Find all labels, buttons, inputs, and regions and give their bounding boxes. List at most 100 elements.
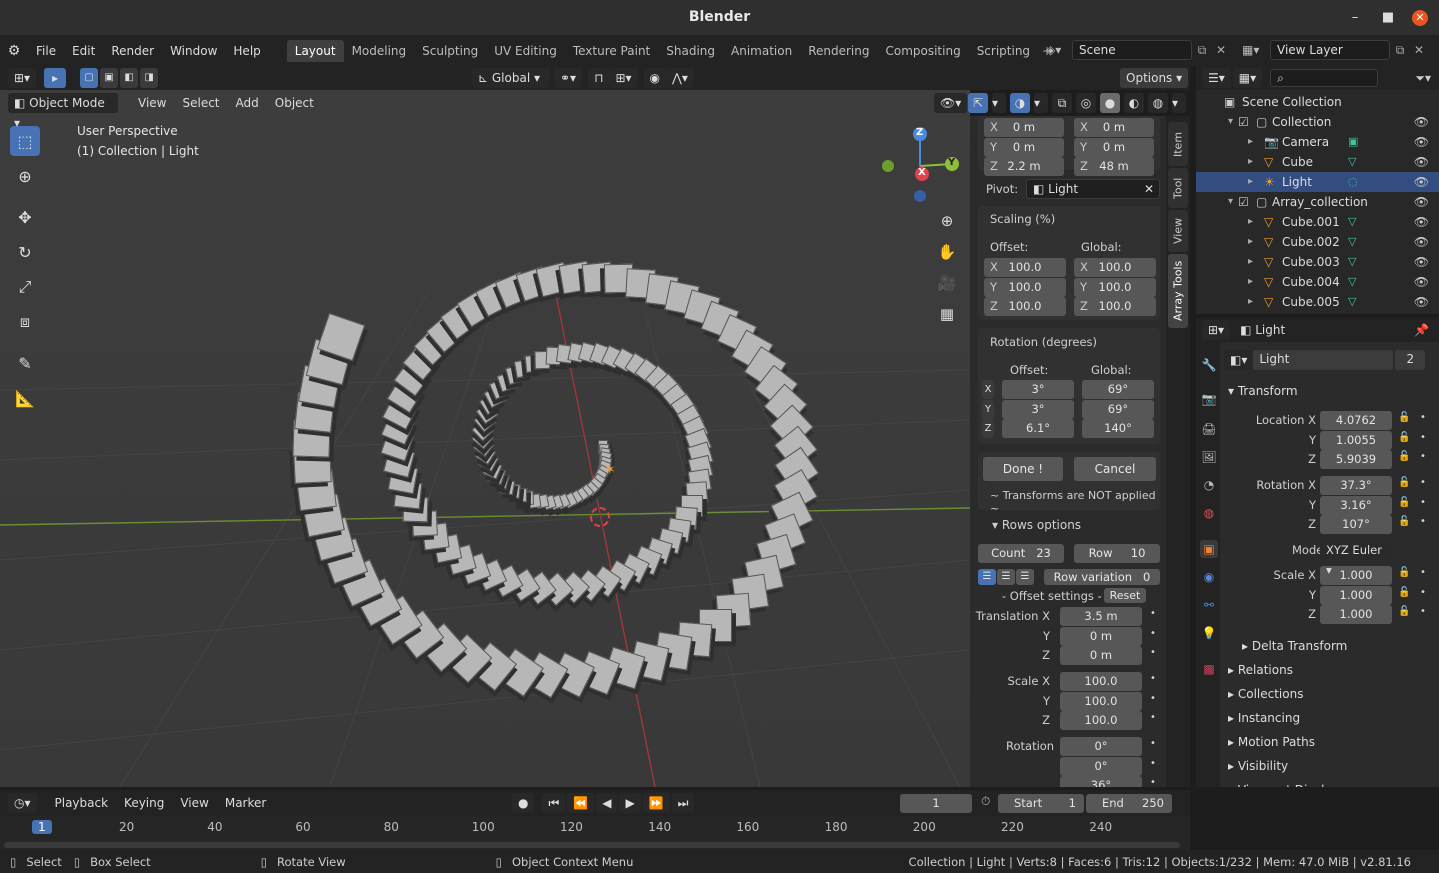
outliner-item[interactable]: ▸ ▽ Cube.001 ▽ 👁 [1196, 212, 1439, 232]
expand-icon[interactable]: ▸ [1248, 212, 1253, 232]
row-variation-field[interactable]: Row variation 0 [1044, 569, 1160, 585]
remove-scene-icon[interactable]: ✕ [1212, 43, 1230, 57]
jump-end-icon[interactable]: ⏭ [671, 793, 695, 813]
scale-tool-icon[interactable]: ⤢ [10, 272, 40, 302]
scaling-offset-field[interactable]: Y 100.0 [984, 277, 1066, 297]
timeline-menu-view[interactable]: View [172, 792, 216, 814]
rows-options-header[interactable]: ▾ Rows options [992, 518, 1081, 532]
properties-editor-icon[interactable]: ⊞▾ [1202, 320, 1231, 340]
outliner-item[interactable]: ▸ ▽ Cube.003 ▽ 👁 [1196, 252, 1439, 272]
rotation-offset-field[interactable]: 3° [1002, 380, 1074, 399]
outliner-editor-icon[interactable]: ☰▾ [1202, 68, 1231, 88]
texture-tab-icon[interactable]: ▩ [1200, 660, 1218, 678]
scaling-global-field[interactable]: Z 100.0 [1074, 297, 1156, 316]
offset-location-field[interactable]: Y 0 m [984, 137, 1064, 157]
timeline-scrollbar[interactable] [4, 842, 1180, 848]
expand-icon[interactable]: ▸ [1248, 172, 1253, 192]
rotation-field[interactable]: 3.16° [1320, 495, 1392, 515]
editor-type-icon[interactable]: ⊞▾ [8, 68, 37, 88]
data-icon[interactable]: ▣ [1348, 132, 1358, 152]
snap-target-icon[interactable]: ⊞▾ [609, 68, 638, 88]
new-scene-icon[interactable]: ⧉ [1192, 43, 1212, 58]
data-icon[interactable]: ▽ [1348, 212, 1356, 232]
rotation-offset-field[interactable]: 0° [1060, 737, 1142, 756]
outliner-item[interactable]: ▾ ☑ ▢ Array_collection 👁 [1196, 192, 1439, 212]
rendered-shading-icon[interactable]: ◍ [1148, 93, 1168, 113]
keyframe-dot-icon[interactable]: • [1150, 777, 1156, 787]
next-keyframe-icon[interactable]: ⏩ [642, 793, 670, 813]
rotation-offset-field[interactable]: 0° [1060, 756, 1142, 776]
users-count[interactable]: 2 [1395, 350, 1426, 370]
maximize-icon[interactable]: ■ [1380, 10, 1396, 26]
visibility-eye-icon[interactable]: 👁 [1414, 252, 1429, 272]
gizmo-menu-icon[interactable]: ▾ [992, 93, 1006, 113]
translation-field[interactable]: 0 m [1060, 626, 1142, 646]
tab-uv-editing[interactable]: UV Editing [486, 40, 565, 62]
shading-menu-icon[interactable]: ▾ [1172, 93, 1186, 113]
tab-shading[interactable]: Shading [658, 40, 723, 62]
keyframe-dot-icon[interactable]: • [1150, 647, 1156, 658]
measure-tool-icon[interactable]: 📐 [10, 383, 40, 413]
translation-field[interactable]: 3.5 m [1060, 607, 1142, 626]
outliner-search-input[interactable]: ⌕ [1270, 69, 1379, 87]
stopwatch-icon[interactable]: ⏱ [981, 794, 990, 809]
perspective-toggle-icon[interactable]: ▦ [934, 301, 960, 327]
tab-layout[interactable]: Layout [286, 40, 344, 62]
output-tab-icon[interactable]: 🖨 [1200, 420, 1218, 438]
data-icon[interactable]: ◌ [1348, 172, 1358, 192]
rotation-field[interactable]: 37.3° [1320, 476, 1392, 495]
expand-icon[interactable]: ▸ [1248, 292, 1253, 312]
tab-item[interactable]: Item [1168, 122, 1188, 166]
align-left-icon[interactable]: ☰ [978, 569, 996, 585]
pivot-point-icon[interactable]: ⚭▾ [554, 68, 583, 88]
datablock-name-field[interactable]: Light [1253, 350, 1394, 370]
visibility-eye-icon[interactable]: 👁 [1414, 152, 1429, 172]
rotation-mode-dropdown[interactable]: XYZ Euler ▾ [1320, 540, 1392, 577]
visibility-eye-icon[interactable]: 👁 [1414, 192, 1429, 212]
outliner-item[interactable]: ▸ ☀ Light ◌ 👁 [1196, 172, 1439, 192]
menu-help[interactable]: Help [225, 40, 268, 62]
lock-icon[interactable]: 🔓 [1398, 477, 1410, 488]
outliner-item[interactable]: ▸ ▽ Cube.002 ▽ 👁 [1196, 232, 1439, 252]
section-instancing[interactable]: ▸ Instancing [1228, 708, 1433, 728]
start-frame-field[interactable]: Start 1 [998, 794, 1084, 813]
rotation-offset-field[interactable]: 3° [1002, 399, 1074, 419]
select-extend-icon[interactable]: ▣ [100, 68, 119, 88]
timeline-menu-keying[interactable]: Keying [116, 792, 172, 814]
outliner-item[interactable]: ▣ Scene Collection [1196, 92, 1439, 112]
data-icon[interactable]: ▽ [1348, 152, 1356, 172]
keyframe-dot-icon[interactable]: • [1420, 432, 1426, 443]
location-field[interactable]: 1.0055 [1320, 430, 1392, 450]
keyframe-dot-icon[interactable]: • [1150, 758, 1156, 769]
data-icon[interactable]: ▽ [1348, 292, 1356, 312]
lock-icon[interactable]: 🔓 [1398, 606, 1410, 617]
offset-location-field[interactable]: X 0 m [984, 118, 1064, 137]
viewport-menu-view[interactable]: View [130, 92, 174, 114]
tab-rendering[interactable]: Rendering [800, 40, 877, 62]
filter-icon[interactable]: ⏷▾ [1415, 71, 1431, 86]
navigation-gizmo[interactable]: Z Y X [880, 126, 960, 206]
transform-section[interactable]: ▾ Transform [1228, 381, 1433, 401]
section-delta-transform[interactable]: ▸ Delta Transform [1242, 636, 1439, 656]
keyframe-dot-icon[interactable]: • [1420, 497, 1426, 508]
checkbox-icon[interactable]: ☑ [1238, 112, 1249, 132]
align-center-icon[interactable]: ☰ [997, 569, 1015, 585]
keyframe-dot-icon[interactable]: • [1420, 587, 1426, 598]
timeline-editor-icon[interactable]: ◷▾ [8, 793, 37, 813]
section-relations[interactable]: ▸ Relations [1228, 660, 1433, 680]
outliner-item[interactable]: ▸ ▽ Cube ▽ 👁 [1196, 152, 1439, 172]
lock-icon[interactable]: 🔓 [1398, 516, 1410, 527]
world-tab-icon[interactable]: ◍ [1200, 504, 1218, 522]
rotation-offset-field[interactable]: 6.1° [1002, 419, 1074, 438]
record-icon[interactable]: ● [512, 793, 535, 813]
tab-texture-paint[interactable]: Texture Paint [565, 40, 658, 62]
viewport-menu-select[interactable]: Select [174, 92, 227, 114]
material-shading-icon[interactable]: ◐ [1124, 93, 1144, 113]
expand-icon[interactable]: ▾ [1228, 192, 1233, 212]
viewport-menu-add[interactable]: Add [228, 92, 267, 114]
lock-icon[interactable]: 🔓 [1398, 451, 1410, 462]
scale-field[interactable]: 100.0 [1060, 672, 1142, 691]
view-layer-icon[interactable]: ▦▾ [1242, 43, 1270, 57]
done-button[interactable]: Done ! [983, 457, 1063, 481]
expand-icon[interactable]: ▸ [1248, 152, 1253, 172]
